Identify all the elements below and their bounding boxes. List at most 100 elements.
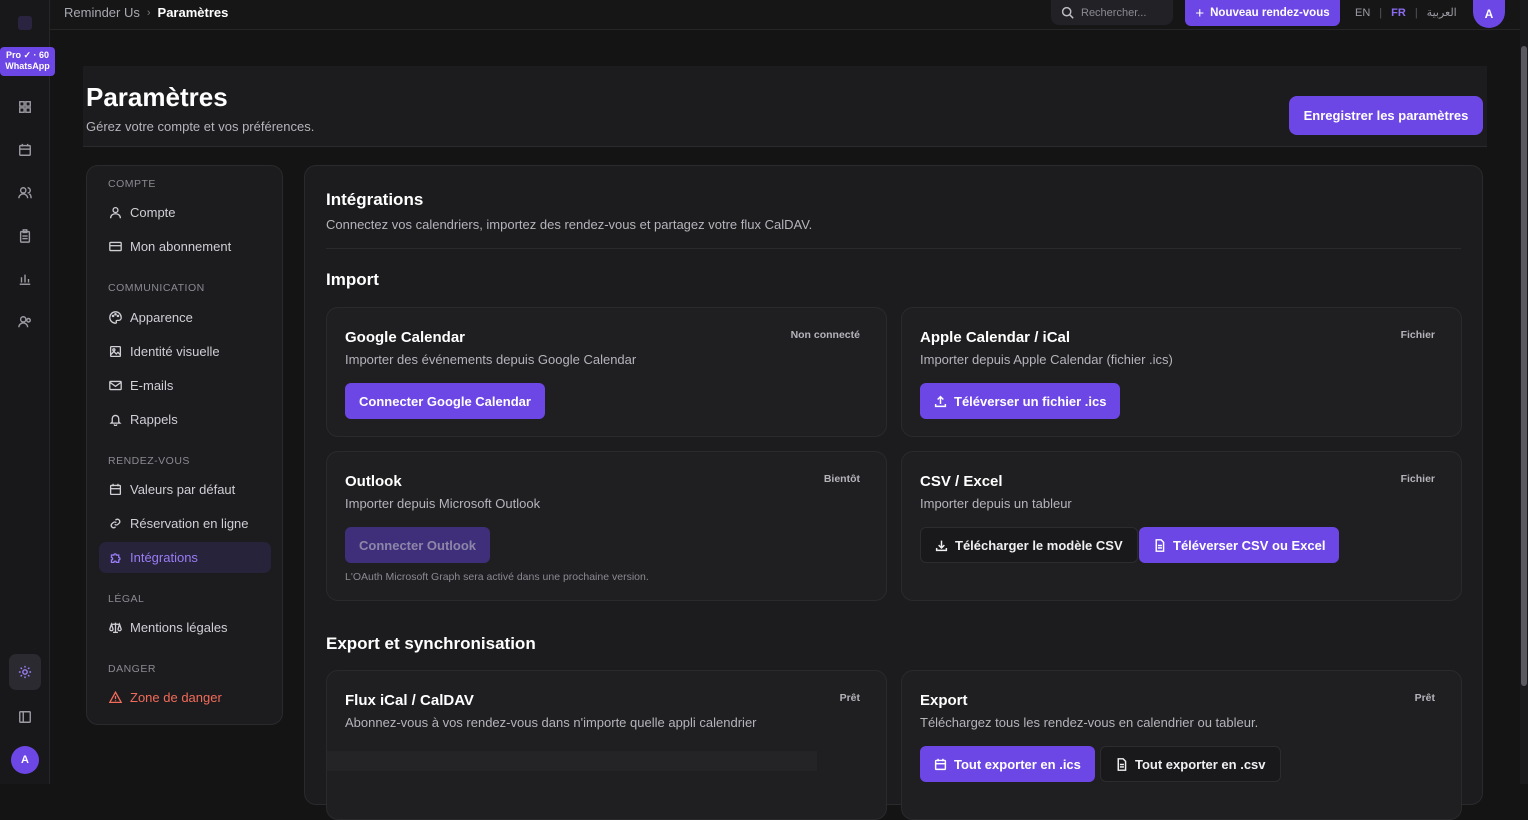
- nav-section-label: DANGER: [108, 663, 156, 675]
- dashboard-icon[interactable]: [15, 97, 35, 117]
- nav-item-label: Mentions légales: [130, 620, 228, 635]
- divider: [326, 248, 1461, 249]
- nav-item-label: E-mails: [130, 378, 174, 393]
- apple-calendar-card: Apple Calendar / iCal Importer depuis Ap…: [901, 307, 1462, 437]
- file-icon: [1117, 757, 1127, 771]
- rail-avatar[interactable]: A: [11, 746, 39, 774]
- nav-item-apparence[interactable]: Apparence: [99, 302, 271, 333]
- nav-section-label: RENDEZ-VOUS: [108, 455, 190, 467]
- language-switcher: EN | FR | العربية: [1355, 6, 1457, 20]
- clipboard-icon[interactable]: [15, 226, 35, 246]
- nav-section-label: LÉGAL: [108, 593, 145, 605]
- card-description: Importer depuis un tableur: [920, 496, 1072, 511]
- card-note: L'OAuth Microsoft Graph sera activé dans…: [345, 571, 649, 583]
- lang-separator: |: [1379, 6, 1383, 19]
- settings-nav: COMPTE Compte Mon abonnement COMMUNICATI…: [86, 165, 283, 725]
- plan-badge-line2: WhatsApp: [5, 61, 50, 71]
- export-ics-button[interactable]: Tout exporter en .ics: [920, 746, 1095, 782]
- new-appointment-button[interactable]: + Nouveau rendez-vous: [1185, 0, 1340, 26]
- app-rail: Pro ✓ · 60 WhatsApp A: [0, 0, 55, 784]
- card-description: Importer depuis Microsoft Outlook: [345, 496, 541, 511]
- nav-item-reservation[interactable]: Réservation en ligne: [99, 508, 271, 539]
- page-header: Paramètres Gérez votre compte et vos pré…: [83, 66, 1487, 147]
- settings-gear-icon[interactable]: [9, 654, 41, 690]
- nav-item-abonnement[interactable]: Mon abonnement: [99, 231, 271, 262]
- plan-badge-line1: Pro ✓ · 60: [5, 50, 50, 60]
- calendar-icon[interactable]: [15, 140, 35, 160]
- lang-fr[interactable]: FR: [1391, 7, 1406, 19]
- nav-item-label: Valeurs par défaut: [130, 482, 236, 497]
- lang-en[interactable]: EN: [1355, 7, 1370, 19]
- status-badge: Prêt: [1414, 692, 1435, 704]
- card-title: Outlook: [345, 473, 402, 490]
- status-badge: Fichier: [1400, 473, 1435, 485]
- user-avatar[interactable]: A: [1473, 0, 1505, 28]
- page-subtitle: Gérez votre compte et vos préférences.: [86, 119, 315, 134]
- plan-badge[interactable]: Pro ✓ · 60 WhatsApp: [0, 47, 55, 76]
- scrollbar-thumb[interactable]: [1521, 46, 1527, 686]
- page-scrollbar[interactable]: [1520, 0, 1528, 784]
- calendar-icon: [109, 483, 122, 496]
- export-card: Export Téléchargez tous les rendez-vous …: [901, 670, 1462, 820]
- upload-ics-button[interactable]: Téléverser un fichier .ics: [920, 383, 1121, 419]
- status-badge: Bientôt: [823, 473, 860, 485]
- sidebar-toggle-icon[interactable]: [15, 707, 35, 727]
- nav-item-danger-zone[interactable]: Zone de danger: [99, 682, 271, 713]
- nav-item-rappels[interactable]: Rappels: [99, 404, 271, 435]
- card-description: Importer des événements depuis Google Ca…: [345, 352, 637, 367]
- file-icon: [1155, 538, 1165, 552]
- upload-icon: [934, 395, 947, 407]
- nav-item-label: Zone de danger: [130, 690, 222, 705]
- card-title: Export: [920, 692, 968, 709]
- section-title: Intégrations: [326, 190, 424, 209]
- card-title: Google Calendar: [345, 329, 466, 346]
- download-csv-template-button[interactable]: Télécharger le modèle CSV: [920, 527, 1138, 563]
- export-csv-button[interactable]: Tout exporter en .csv: [1100, 746, 1281, 782]
- breadcrumb-root[interactable]: Reminder Us: [64, 5, 140, 20]
- connect-outlook-button: Connecter Outlook: [345, 527, 491, 563]
- nav-section-label: COMPTE: [108, 178, 156, 190]
- feed-url-field[interactable]: [327, 751, 817, 771]
- top-bar: Reminder Us › Paramètres Rechercher... +…: [50, 0, 1520, 30]
- status-badge: Fichier: [1400, 329, 1435, 341]
- bell-icon: [109, 414, 122, 426]
- breadcrumb: Reminder Us › Paramètres: [64, 5, 228, 20]
- nav-item-mentions[interactable]: Mentions légales: [99, 612, 271, 643]
- search-input[interactable]: Rechercher...: [1051, 0, 1173, 25]
- nav-item-label: Compte: [130, 205, 176, 220]
- lang-ar[interactable]: العربية: [1427, 6, 1457, 19]
- nav-item-emails[interactable]: E-mails: [99, 370, 271, 401]
- page-title: Paramètres: [86, 82, 228, 112]
- status-badge: Prêt: [839, 692, 860, 704]
- nav-item-integrations[interactable]: Intégrations: [99, 542, 271, 573]
- nav-item-valeurs[interactable]: Valeurs par défaut: [99, 474, 271, 505]
- card-description: Téléchargez tous les rendez-vous en cale…: [920, 715, 1259, 730]
- card-title: Flux iCal / CalDAV: [345, 692, 474, 709]
- nav-item-label: Rappels: [130, 412, 178, 427]
- connect-google-button[interactable]: Connecter Google Calendar: [345, 383, 545, 419]
- csv-excel-card: CSV / Excel Importer depuis un tableur F…: [901, 451, 1462, 601]
- clients-icon[interactable]: [15, 183, 35, 203]
- google-calendar-card: Google Calendar Importer des événements …: [326, 307, 887, 437]
- team-icon[interactable]: [15, 312, 35, 332]
- integrations-panel: Intégrations Connectez vos calendriers, …: [304, 165, 1483, 820]
- chart-icon[interactable]: [15, 269, 35, 289]
- link-icon: [110, 518, 121, 529]
- search-placeholder: Rechercher...: [1081, 6, 1147, 19]
- card-title: Apple Calendar / iCal: [920, 329, 1071, 346]
- mail-icon: [109, 380, 122, 391]
- lang-separator: |: [1414, 6, 1418, 19]
- save-settings-button[interactable]: Enregistrer les paramètres: [1289, 96, 1483, 135]
- card-title: CSV / Excel: [920, 473, 1003, 490]
- upload-csv-excel-button[interactable]: Téléverser CSV ou Excel: [1139, 527, 1340, 563]
- ical-feed-card: Flux iCal / CalDAV Abonnez-vous à vos re…: [326, 670, 887, 820]
- search-icon: [1061, 6, 1074, 19]
- breadcrumb-separator: ›: [146, 6, 151, 19]
- breadcrumb-current: Paramètres: [157, 5, 229, 20]
- nav-item-compte[interactable]: Compte: [99, 197, 271, 228]
- user-icon: [109, 206, 122, 219]
- status-badge: Non connecté: [790, 329, 860, 341]
- section-subtitle: Connectez vos calendriers, importez des …: [326, 217, 813, 232]
- nav-item-identite[interactable]: Identité visuelle: [99, 336, 271, 367]
- app-logo-icon[interactable]: [18, 16, 32, 30]
